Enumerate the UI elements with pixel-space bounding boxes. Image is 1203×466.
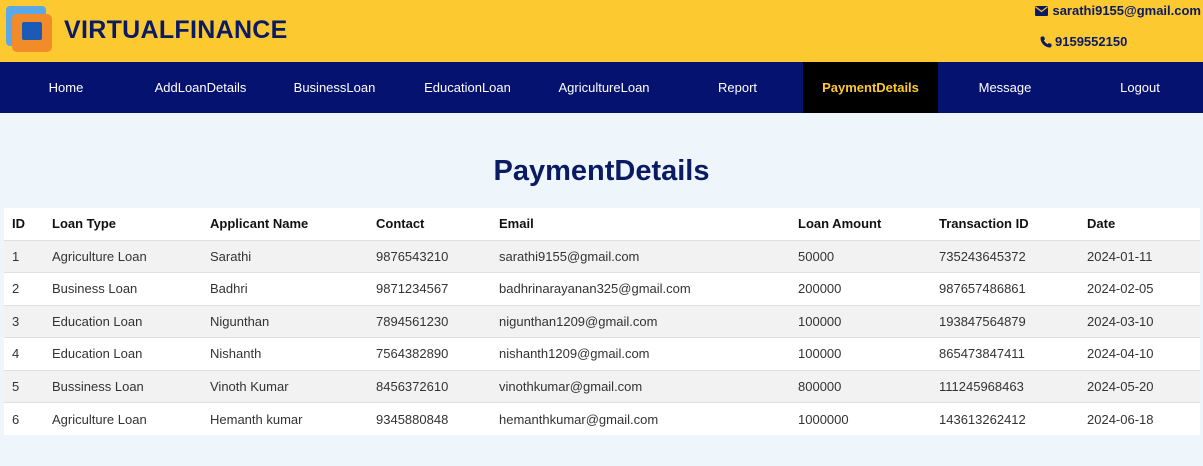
cell-contact: 7894561230 [368, 305, 491, 338]
column-header-applicant-name: Applicant Name [202, 208, 368, 240]
cell-date: 2024-06-18 [1079, 402, 1200, 435]
nav-home[interactable]: Home [16, 62, 116, 113]
cell-email: nigunthan1209@gmail.com [491, 305, 790, 338]
cell-applicant-name: Nigunthan [202, 305, 368, 338]
cell-loan-type: Agriculture Loan [44, 402, 202, 435]
nav-message[interactable]: Message [960, 62, 1050, 113]
cell-contact: 7564382890 [368, 337, 491, 370]
table-row: 1 Agriculture Loan Sarathi 9876543210 sa… [4, 240, 1200, 273]
table-row: 5 Bussiness Loan Vinoth Kumar 8456372610… [4, 370, 1200, 403]
cell-date: 2024-04-10 [1079, 337, 1200, 370]
table-row: 3 Education Loan Nigunthan 7894561230 ni… [4, 305, 1200, 338]
cell-contact: 9876543210 [368, 240, 491, 273]
cell-email: vinothkumar@gmail.com [491, 370, 790, 403]
cell-transaction-id: 865473847411 [931, 337, 1079, 370]
cell-id: 2 [4, 272, 44, 305]
cell-transaction-id: 193847564879 [931, 305, 1079, 338]
nav-report[interactable]: Report [695, 62, 780, 113]
column-header-loan-amount: Loan Amount [790, 208, 931, 240]
cell-date: 2024-02-05 [1079, 272, 1200, 305]
cell-loan-amount: 100000 [790, 337, 931, 370]
column-header-email: Email [491, 208, 790, 240]
cell-id: 1 [4, 240, 44, 273]
nav-add-loan-details[interactable]: AddLoanDetails [138, 62, 263, 113]
cell-email: nishanth1209@gmail.com [491, 337, 790, 370]
cell-contact: 8456372610 [368, 370, 491, 403]
cell-id: 6 [4, 402, 44, 435]
nav-education-loan[interactable]: EducationLoan [411, 62, 524, 113]
nav-agriculture-loan[interactable]: AgricultureLoan [543, 62, 665, 113]
cell-applicant-name: Nishanth [202, 337, 368, 370]
contact-email: sarathi9155@gmail.com [1035, 3, 1201, 18]
cell-loan-type: Agriculture Loan [44, 240, 202, 273]
table-row: 6 Agriculture Loan Hemanth kumar 9345880… [4, 402, 1200, 435]
column-header-contact: Contact [368, 208, 491, 240]
cell-transaction-id: 111245968463 [931, 370, 1079, 403]
cell-loan-type: Bussiness Loan [44, 370, 202, 403]
cell-applicant-name: Vinoth Kumar [202, 370, 368, 403]
cell-id: 4 [4, 337, 44, 370]
cell-email: hemanthkumar@gmail.com [491, 402, 790, 435]
phone-icon [1040, 36, 1052, 47]
contact-phone: 9159552150 [1040, 34, 1127, 49]
cell-applicant-name: Badhri [202, 272, 368, 305]
cell-loan-amount: 1000000 [790, 402, 931, 435]
cell-transaction-id: 143613262412 [931, 402, 1079, 435]
logo-icon [6, 6, 52, 52]
cell-date: 2024-03-10 [1079, 305, 1200, 338]
cell-transaction-id: 987657486861 [931, 272, 1079, 305]
envelope-icon [1035, 5, 1049, 16]
cell-loan-amount: 200000 [790, 272, 931, 305]
page-title: PaymentDetails [493, 155, 710, 187]
cell-applicant-name: Hemanth kumar [202, 402, 368, 435]
main-nav: Home AddLoanDetails BusinessLoan Educati… [0, 62, 1203, 113]
cell-date: 2024-05-20 [1079, 370, 1200, 403]
nav-payment-details[interactable]: PaymentDetails [803, 62, 938, 113]
cell-id: 5 [4, 370, 44, 403]
column-header-loan-type: Loan Type [44, 208, 202, 240]
brand-name: VIRTUALFINANCE [64, 16, 288, 44]
column-header-id: ID [4, 208, 44, 240]
table-header-row: ID Loan Type Applicant Name Contact Emai… [4, 208, 1200, 240]
cell-transaction-id: 735243645372 [931, 240, 1079, 273]
cell-loan-amount: 100000 [790, 305, 931, 338]
cell-loan-type: Business Loan [44, 272, 202, 305]
contact-phone-text: 9159552150 [1055, 34, 1128, 49]
table-row: 2 Business Loan Badhri 9871234567 badhri… [4, 272, 1200, 305]
cell-email: badhrinarayanan325@gmail.com [491, 272, 790, 305]
payment-table: ID Loan Type Applicant Name Contact Emai… [4, 208, 1200, 435]
cell-email: sarathi9155@gmail.com [491, 240, 790, 273]
cell-date: 2024-01-11 [1079, 240, 1200, 273]
contact-email-text: sarathi9155@gmail.com [1052, 3, 1201, 18]
cell-applicant-name: Sarathi [202, 240, 368, 273]
cell-loan-amount: 800000 [790, 370, 931, 403]
cell-loan-type: Education Loan [44, 305, 202, 338]
cell-loan-amount: 50000 [790, 240, 931, 273]
cell-contact: 9345880848 [368, 402, 491, 435]
cell-contact: 9871234567 [368, 272, 491, 305]
column-header-date: Date [1079, 208, 1200, 240]
cell-loan-type: Education Loan [44, 337, 202, 370]
column-header-transaction-id: Transaction ID [931, 208, 1079, 240]
cell-id: 3 [4, 305, 44, 338]
nav-logout[interactable]: Logout [1095, 62, 1185, 113]
table-row: 4 Education Loan Nishanth 7564382890 nis… [4, 337, 1200, 370]
nav-business-loan[interactable]: BusinessLoan [283, 62, 386, 113]
header: VIRTUALFINANCE sarathi9155@gmail.com 915… [0, 0, 1203, 62]
